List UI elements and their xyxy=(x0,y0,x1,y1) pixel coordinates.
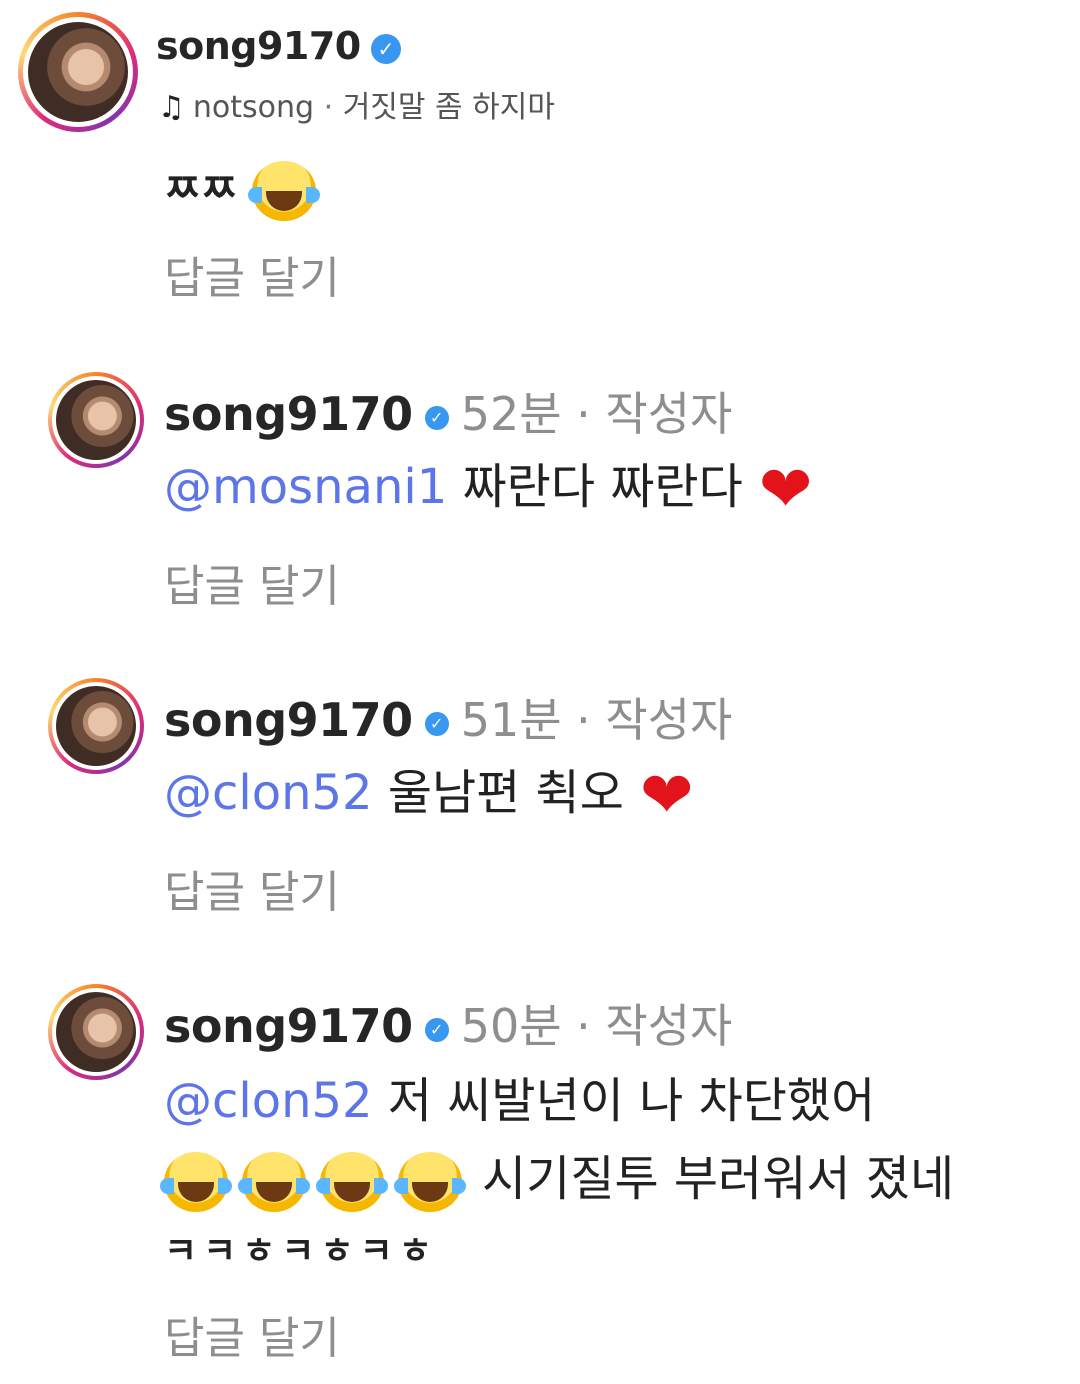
avatar-image xyxy=(56,380,136,460)
mention-link[interactable]: @clon52 xyxy=(164,765,373,821)
comment-time: 50분 xyxy=(460,999,562,1053)
music-note-icon: ♫ xyxy=(158,90,185,125)
laughing-tears-emoji-icon xyxy=(394,1152,466,1212)
red-heart-emoji-icon: ❤ xyxy=(758,453,813,527)
reply-button[interactable]: 답글 달기 xyxy=(164,1302,340,1366)
comment-text-line3: ㅋㅋㅎㅋㅎㅋㅎ xyxy=(164,1231,438,1272)
comment-text: ㅉㅉ xyxy=(164,150,330,228)
comment-header: song9170 ✓ 51분 · 작성자 xyxy=(164,684,732,750)
music-info[interactable]: ♫ notsong · 거짓말 좀 하지마 xyxy=(158,82,555,126)
laughing-tears-emoji-icon xyxy=(238,1152,310,1212)
meta-separator: · xyxy=(561,693,606,747)
comment-text: @clon52 저 씨발년이 나 차단했어 xyxy=(164,1073,876,1129)
music-separator: · xyxy=(314,90,343,125)
profile-avatar[interactable] xyxy=(18,12,138,132)
comment-time: 51분 xyxy=(460,693,562,747)
mention-link[interactable]: @clon52 xyxy=(164,1073,373,1129)
verified-badge-icon: ✓ xyxy=(424,405,449,430)
laughing-tears-emoji-icon xyxy=(247,161,320,221)
comment-avatar[interactable] xyxy=(48,372,144,468)
comment-text: @clon52 울남편 췩오 ❤ xyxy=(164,759,694,833)
comment-username[interactable]: song9170 xyxy=(164,387,413,441)
laughing-tears-emoji-icon xyxy=(316,1152,388,1212)
comment-header: song9170 ✓ 52분 · 작성자 xyxy=(164,378,732,444)
reply-button[interactable]: 답글 달기 xyxy=(164,550,340,614)
comment-username[interactable]: song9170 xyxy=(164,693,413,747)
red-heart-emoji-icon: ❤ xyxy=(639,759,694,833)
comment-avatar[interactable] xyxy=(48,678,144,774)
meta-separator: · xyxy=(561,387,606,441)
reply-button[interactable]: 답글 달기 xyxy=(164,856,340,920)
comment-avatar[interactable] xyxy=(48,984,144,1080)
verified-badge-icon: ✓ xyxy=(424,1017,449,1042)
avatar-image xyxy=(28,22,128,122)
author-label: 작성자 xyxy=(605,693,733,747)
comment-text: @mosnani1 짜란다 짜란다 ❤ xyxy=(164,453,813,527)
comment-text-line2: 시기질투 부러워서 졌네 xyxy=(160,1140,954,1218)
header-username[interactable]: song9170 ✓ xyxy=(156,24,401,68)
comment-username[interactable]: song9170 xyxy=(164,999,413,1053)
author-label: 작성자 xyxy=(605,999,733,1053)
post-header: song9170 ✓ ♫ notsong · 거짓말 좀 하지마 xyxy=(0,0,1080,150)
mention-link[interactable]: @mosnani1 xyxy=(164,459,447,515)
comment-time: 52분 xyxy=(460,387,562,441)
author-label: 작성자 xyxy=(605,387,733,441)
laughing-tears-emoji-icon xyxy=(160,1152,232,1212)
music-title[interactable]: 거짓말 좀 하지마 xyxy=(343,90,555,125)
verified-badge-icon: ✓ xyxy=(424,711,449,736)
comment-header: song9170 ✓ 50분 · 작성자 xyxy=(164,990,732,1056)
meta-separator: · xyxy=(561,999,606,1053)
avatar-image xyxy=(56,992,136,1072)
music-artist[interactable]: notsong xyxy=(193,90,314,125)
avatar-image xyxy=(56,686,136,766)
reply-button[interactable]: 답글 달기 xyxy=(164,242,340,306)
verified-badge-icon: ✓ xyxy=(370,33,401,64)
